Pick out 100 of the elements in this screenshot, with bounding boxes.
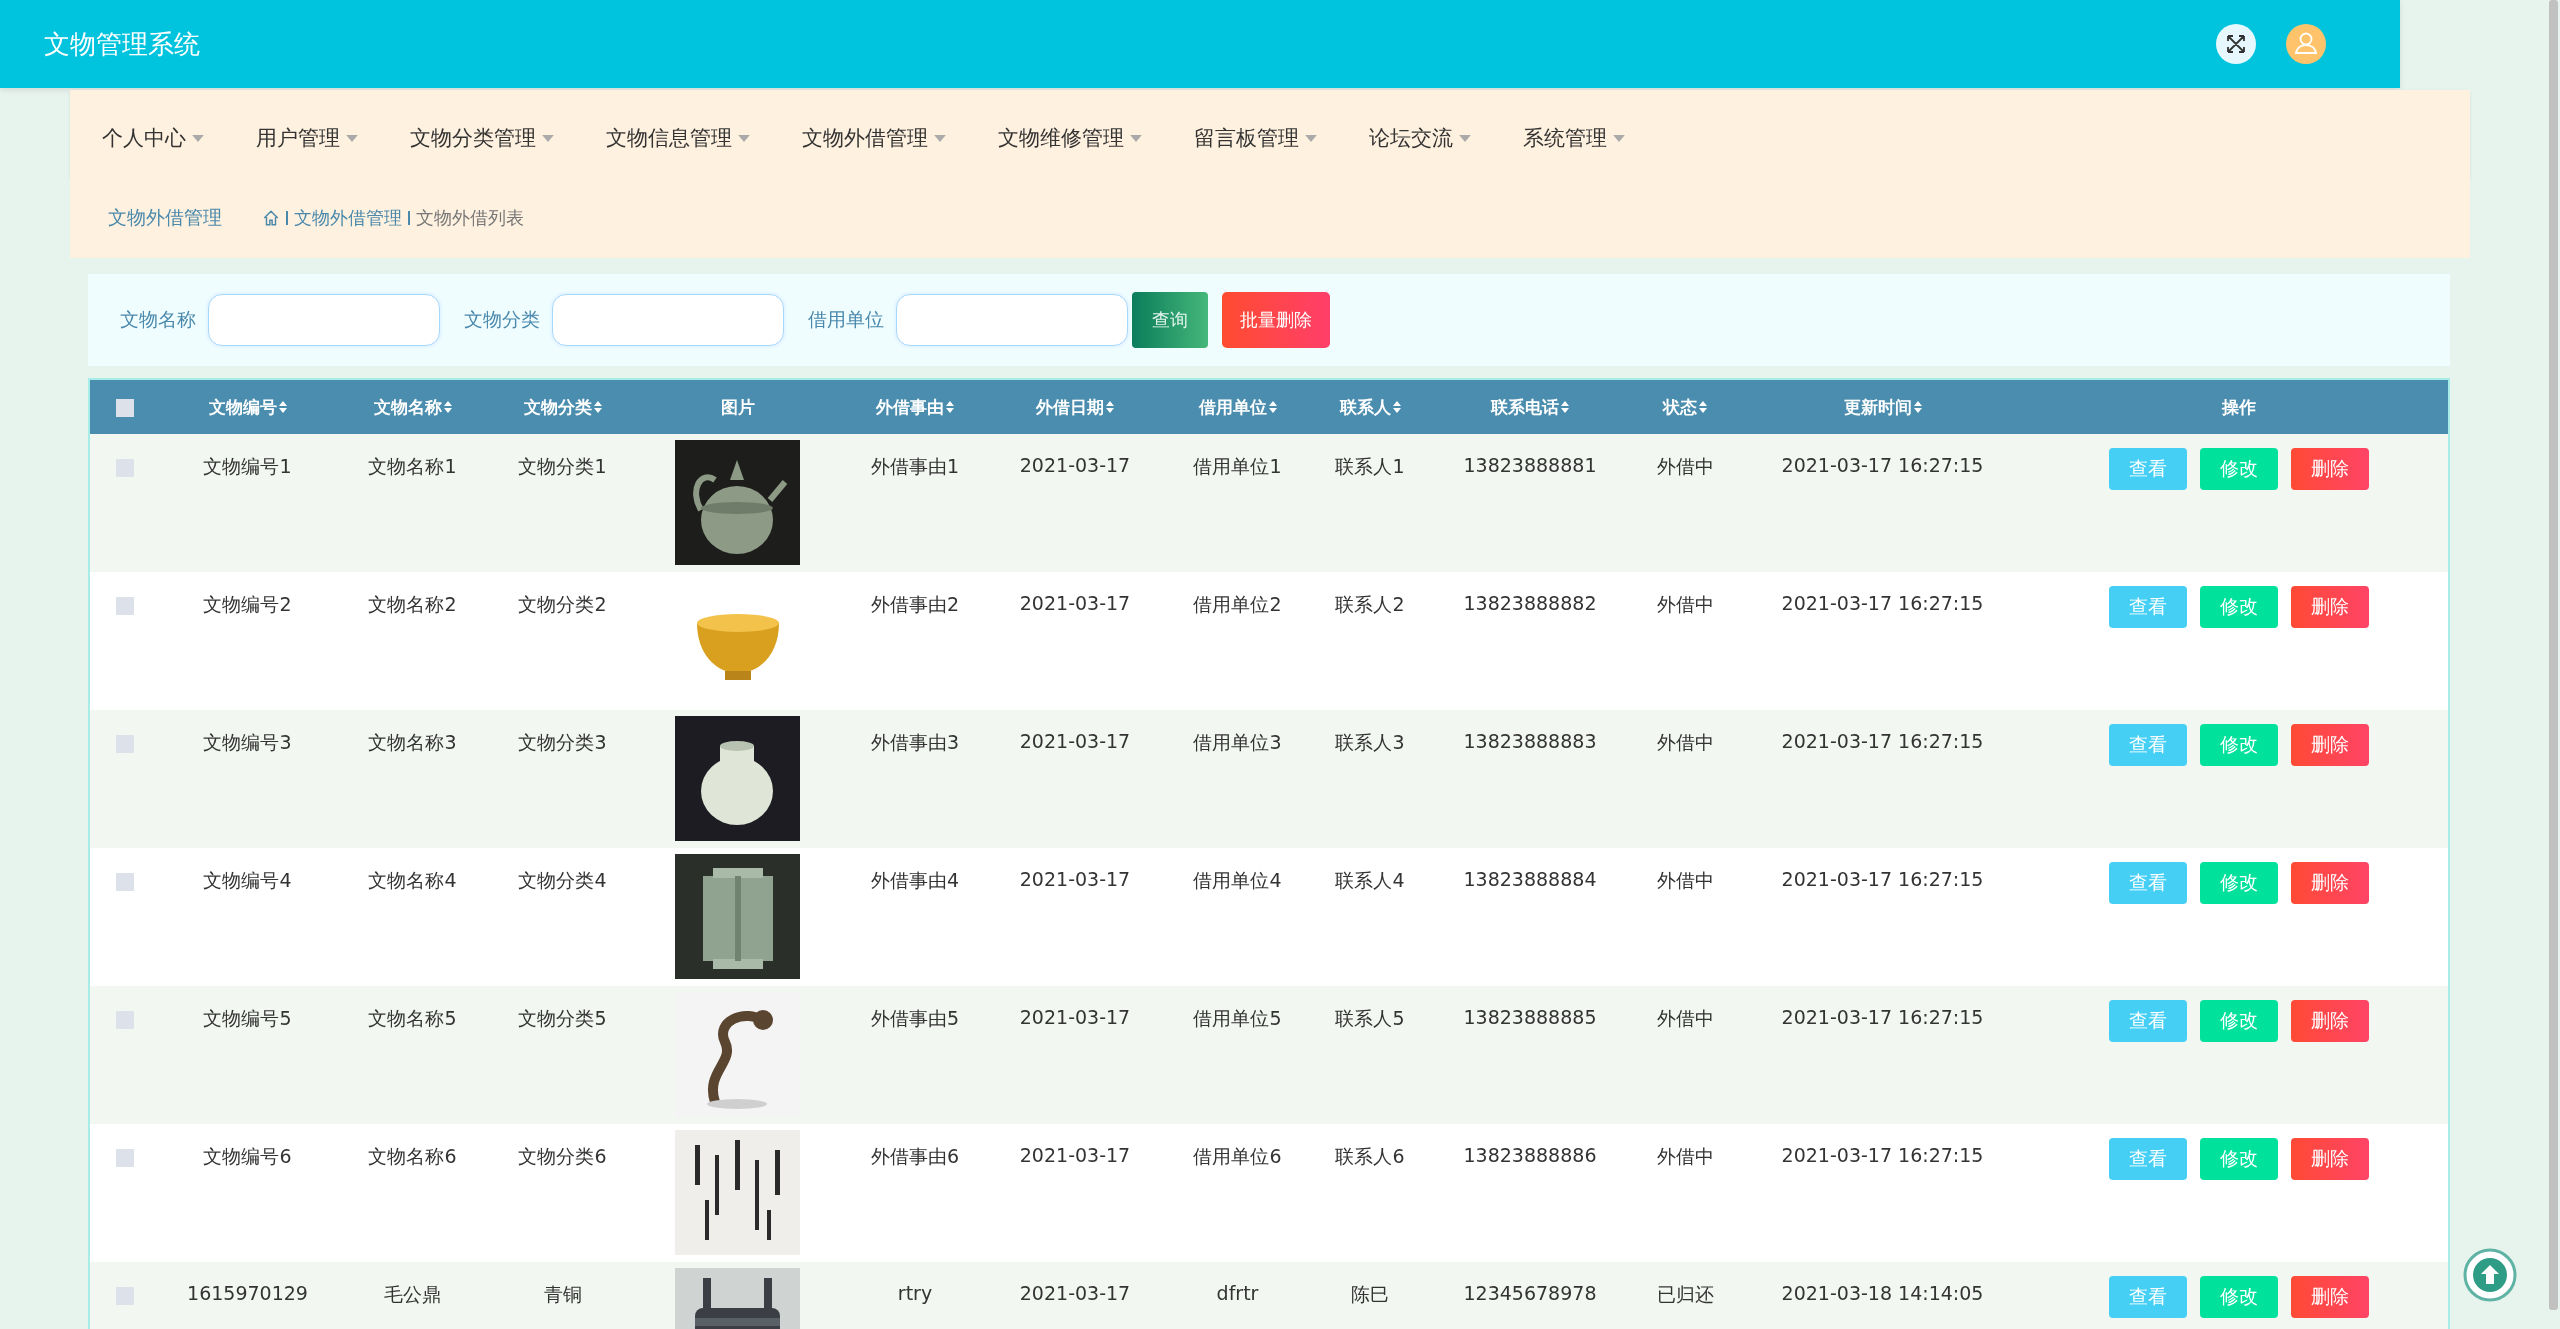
row-checkbox[interactable] bbox=[116, 873, 134, 891]
sort-icon[interactable] bbox=[1106, 401, 1114, 413]
delete-button[interactable]: 删除 bbox=[2291, 1000, 2369, 1042]
field-label: 借用单位 bbox=[808, 307, 884, 332]
delete-button[interactable]: 删除 bbox=[2291, 1138, 2369, 1180]
menu-item[interactable]: 系统管理 bbox=[1523, 124, 1645, 152]
menu-item[interactable]: 个人中心 bbox=[102, 124, 224, 152]
table-cell: 13823888886 bbox=[1463, 1144, 1597, 1166]
delete-button[interactable]: 删除 bbox=[2291, 862, 2369, 904]
delete-button[interactable]: 删除 bbox=[2291, 1276, 2369, 1318]
field-label: 文物名称 bbox=[120, 307, 196, 332]
breadcrumb-link[interactable]: 文物外借管理 bbox=[294, 206, 402, 230]
delete-button[interactable]: 删除 bbox=[2291, 586, 2369, 628]
column-header[interactable]: 文物名称 bbox=[373, 395, 452, 419]
table-cell: 2021-03-17 bbox=[1019, 730, 1131, 752]
menu-item[interactable]: 文物维修管理 bbox=[998, 124, 1162, 152]
table-cell: 1615970129 bbox=[187, 1282, 308, 1304]
scrollbar[interactable] bbox=[2549, 0, 2558, 1310]
table-cell: 文物名称1 bbox=[368, 455, 457, 477]
table-cell: 文物编号4 bbox=[203, 869, 292, 891]
column-header[interactable]: 文物分类 bbox=[523, 395, 602, 419]
row-checkbox[interactable] bbox=[116, 1149, 134, 1167]
table-cell: 2021-03-17 bbox=[1019, 868, 1131, 890]
table-cell: rtry bbox=[897, 1282, 933, 1304]
table-cell: 外借事由4 bbox=[870, 869, 960, 891]
select-all-checkbox[interactable] bbox=[116, 399, 134, 417]
batch-delete-button[interactable]: 批量删除 bbox=[1222, 292, 1330, 348]
sort-icon[interactable] bbox=[1392, 401, 1401, 413]
sort-icon[interactable] bbox=[946, 401, 954, 413]
view-button[interactable]: 查看 bbox=[2109, 448, 2187, 490]
table-cell: 文物名称2 bbox=[368, 593, 457, 615]
search-field[interactable] bbox=[896, 294, 1128, 346]
table-cell: 文物名称6 bbox=[368, 1145, 457, 1167]
table-cell: 联系人3 bbox=[1335, 731, 1405, 753]
field-label: 文物分类 bbox=[464, 307, 540, 332]
view-button[interactable]: 查看 bbox=[2109, 586, 2187, 628]
menu-item[interactable]: 文物信息管理 bbox=[606, 124, 770, 152]
menu-item[interactable]: 文物分类管理 bbox=[410, 124, 574, 152]
menu-item[interactable]: 用户管理 bbox=[256, 124, 378, 152]
back-to-top-icon[interactable] bbox=[2463, 1248, 2517, 1302]
sort-icon[interactable] bbox=[443, 401, 452, 413]
table-cell: 青铜 bbox=[543, 1283, 582, 1305]
table-cell: 2021-03-17 bbox=[1019, 1144, 1131, 1166]
sort-icon[interactable] bbox=[278, 401, 287, 413]
caret-icon bbox=[738, 134, 750, 142]
table-cell: 联系人6 bbox=[1335, 1145, 1405, 1167]
avatar-icon[interactable] bbox=[2286, 24, 2326, 64]
table-cell: 外借中 bbox=[1656, 593, 1714, 615]
column-header[interactable]: 状态 bbox=[1663, 395, 1707, 419]
column-header[interactable]: 文物编号 bbox=[208, 395, 287, 419]
search-button[interactable]: 查询 bbox=[1132, 292, 1208, 348]
row-checkbox[interactable] bbox=[116, 597, 134, 615]
caret-icon bbox=[934, 134, 946, 142]
sort-icon[interactable] bbox=[1699, 401, 1707, 413]
sort-icon[interactable] bbox=[1268, 401, 1277, 413]
home-icon[interactable] bbox=[262, 209, 280, 227]
edit-button[interactable]: 修改 bbox=[2200, 1000, 2278, 1042]
edit-button[interactable]: 修改 bbox=[2200, 1138, 2278, 1180]
table-cell: 13823888881 bbox=[1463, 454, 1597, 476]
delete-button[interactable]: 删除 bbox=[2291, 448, 2369, 490]
table-cell: 联系人4 bbox=[1335, 869, 1405, 891]
view-button[interactable]: 查看 bbox=[2109, 1276, 2187, 1318]
column-header[interactable]: 联系人 bbox=[1339, 395, 1401, 419]
delete-button[interactable]: 删除 bbox=[2291, 724, 2369, 766]
table-cell: 2021-03-17 16:27:15 bbox=[1781, 1006, 1984, 1028]
fullscreen-icon[interactable] bbox=[2216, 24, 2256, 64]
table-cell: 文物分类5 bbox=[518, 1007, 607, 1029]
sort-icon[interactable] bbox=[1913, 401, 1922, 413]
column-header[interactable]: 更新时间 bbox=[1843, 395, 1922, 419]
menu-item[interactable]: 论坛交流 bbox=[1369, 124, 1491, 152]
column-header[interactable]: 外借日期 bbox=[1036, 395, 1114, 419]
view-button[interactable]: 查看 bbox=[2109, 862, 2187, 904]
table-cell: 13823888883 bbox=[1463, 730, 1597, 752]
table-cell: 12345678978 bbox=[1463, 1282, 1597, 1304]
column-header[interactable]: 外借事由 bbox=[876, 395, 954, 419]
edit-button[interactable]: 修改 bbox=[2200, 724, 2278, 766]
view-button[interactable]: 查看 bbox=[2109, 724, 2187, 766]
search-field[interactable] bbox=[208, 294, 440, 346]
sort-icon[interactable] bbox=[593, 401, 602, 413]
view-button[interactable]: 查看 bbox=[2109, 1138, 2187, 1180]
table-cell: 已归还 bbox=[1656, 1283, 1714, 1305]
table-cell: 借用单位4 bbox=[1193, 869, 1282, 891]
table-cell: 13823888882 bbox=[1463, 592, 1597, 614]
column-header[interactable]: 联系电话 bbox=[1491, 395, 1569, 419]
view-button[interactable]: 查看 bbox=[2109, 1000, 2187, 1042]
table-cell: 文物名称4 bbox=[368, 869, 457, 891]
edit-button[interactable]: 修改 bbox=[2200, 586, 2278, 628]
edit-button[interactable]: 修改 bbox=[2200, 448, 2278, 490]
table-cell: 2021-03-17 16:27:15 bbox=[1781, 868, 1984, 890]
table-cell: 外借中 bbox=[1656, 1007, 1714, 1029]
menu-item[interactable]: 留言板管理 bbox=[1194, 124, 1337, 152]
sort-icon[interactable] bbox=[1561, 401, 1569, 413]
edit-button[interactable]: 修改 bbox=[2200, 1276, 2278, 1318]
table-cell: 毛公鼎 bbox=[384, 1283, 441, 1305]
column-header[interactable]: 借用单位 bbox=[1198, 395, 1277, 419]
table-cell: 文物分类2 bbox=[518, 593, 607, 615]
table-cell: 文物分类1 bbox=[518, 455, 607, 477]
menu-item[interactable]: 文物外借管理 bbox=[802, 124, 966, 152]
edit-button[interactable]: 修改 bbox=[2200, 862, 2278, 904]
search-field[interactable] bbox=[552, 294, 784, 346]
